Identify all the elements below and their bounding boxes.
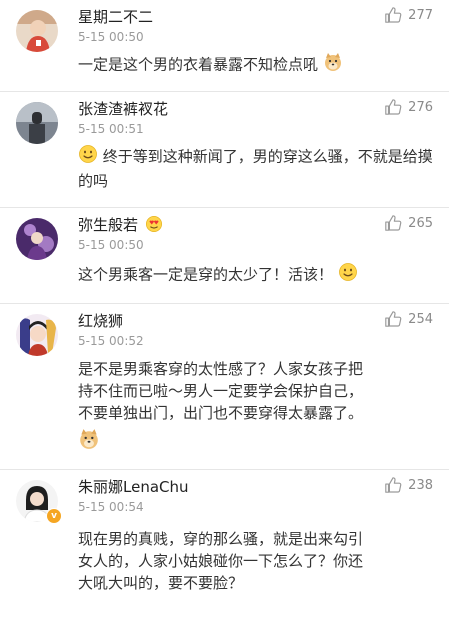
like-count: 238 — [408, 477, 433, 493]
comment-item: 张渣渣裤衩花 5-15 00:51 276 终于等到这种新闻了，男的穿这么骚，不… — [0, 92, 449, 208]
comment-text-line: 不要单独出门，出门也不要穿得太暴露了。 — [78, 404, 364, 422]
comment-time: 5-15 00:51 — [78, 122, 144, 136]
username[interactable]: 红烧狮 — [78, 310, 123, 331]
smile-icon — [78, 144, 98, 170]
smile-icon — [338, 262, 358, 288]
username[interactable]: 朱丽娜LenaChu — [78, 476, 189, 497]
comment-text-body: 这个男乘客一定是穿的太少了！活该！ — [78, 265, 334, 284]
like-count: 276 — [408, 99, 433, 115]
comment-text: 是不是男乘客穿的太性感了？人家女孩子把 持不住而已啦～男人一定要学会保护自己， … — [78, 358, 433, 456]
like-count: 277 — [408, 7, 433, 23]
comment-item: 弥生般若 5-15 00:50 265 这个男乘客一定是穿的太少了！活该！ — [0, 208, 449, 304]
comment-text-body: 终于等到这种新闻了，男的穿这么骚，不就是给摸的吗 — [78, 147, 433, 191]
comment-text-line: 女人的，人家小姑娘碰你一下怎么了？你还 — [78, 552, 364, 570]
like-button[interactable]: 254 — [384, 310, 433, 328]
like-button[interactable]: 238 — [384, 476, 433, 494]
heart-eyes-icon — [145, 215, 163, 237]
thumbs-up-icon — [385, 7, 402, 23]
like-button[interactable]: 265 — [384, 214, 433, 232]
avatar[interactable] — [16, 102, 58, 144]
comment-time: 5-15 00:54 — [78, 500, 144, 514]
comment-time: 5-15 00:50 — [78, 30, 144, 44]
thumbs-up-icon — [385, 215, 402, 231]
comment-text-line: 现在男的真贱，穿的那么骚，就是出来勾引 — [78, 530, 364, 548]
comment-text: 终于等到这种新闻了，男的穿这么骚，不就是给摸的吗 — [78, 144, 433, 192]
thumbs-up-icon — [385, 311, 402, 327]
comment-text-line: 持不住而已啦～男人一定要学会保护自己， — [78, 382, 364, 400]
comment-text: 这个男乘客一定是穿的太少了！活该！ — [78, 262, 433, 288]
username[interactable]: 张渣渣裤衩花 — [78, 98, 168, 119]
comment-text: 一定是这个男的衣着暴露不知检点吼 — [78, 52, 433, 78]
like-count: 265 — [408, 215, 433, 231]
comment-time: 5-15 00:50 — [78, 238, 144, 252]
username[interactable]: 弥生般若 — [78, 214, 163, 237]
avatar[interactable] — [16, 314, 58, 356]
like-button[interactable]: 277 — [384, 6, 433, 24]
avatar[interactable] — [16, 10, 58, 52]
comment-item: 星期二不二 5-15 00:50 277 一定是这个男的衣着暴露不知检点吼 — [0, 0, 449, 92]
comment-text-body: 一定是这个男的衣着暴露不知检点吼 — [78, 55, 319, 74]
thumbs-up-icon — [385, 99, 402, 115]
verified-badge-icon: v — [46, 508, 62, 524]
username-text: 弥生般若 — [78, 216, 139, 234]
username[interactable]: 星期二不二 — [78, 6, 153, 27]
doge-icon — [323, 52, 343, 78]
thumbs-up-icon — [385, 477, 402, 493]
comment-item: v 朱丽娜LenaChu 5-15 00:54 238 现在男的真贱，穿的那么骚… — [0, 470, 449, 640]
doge-icon — [78, 428, 100, 456]
like-button[interactable]: 276 — [384, 98, 433, 116]
avatar[interactable] — [16, 218, 58, 260]
comment-item: 红烧狮 5-15 00:52 254 是不是男乘客穿的太性感了？人家女孩子把 持… — [0, 304, 449, 470]
comment-time: 5-15 00:52 — [78, 334, 144, 348]
comment-text-line: 大吼大叫的，要不要脸？ — [78, 574, 244, 592]
like-count: 254 — [408, 311, 433, 327]
comment-text: 现在男的真贱，穿的那么骚，就是出来勾引 女人的，人家小姑娘碰你一下怎么了？你还 … — [78, 528, 433, 594]
comment-text-line: 是不是男乘客穿的太性感了？人家女孩子把 — [78, 360, 364, 378]
